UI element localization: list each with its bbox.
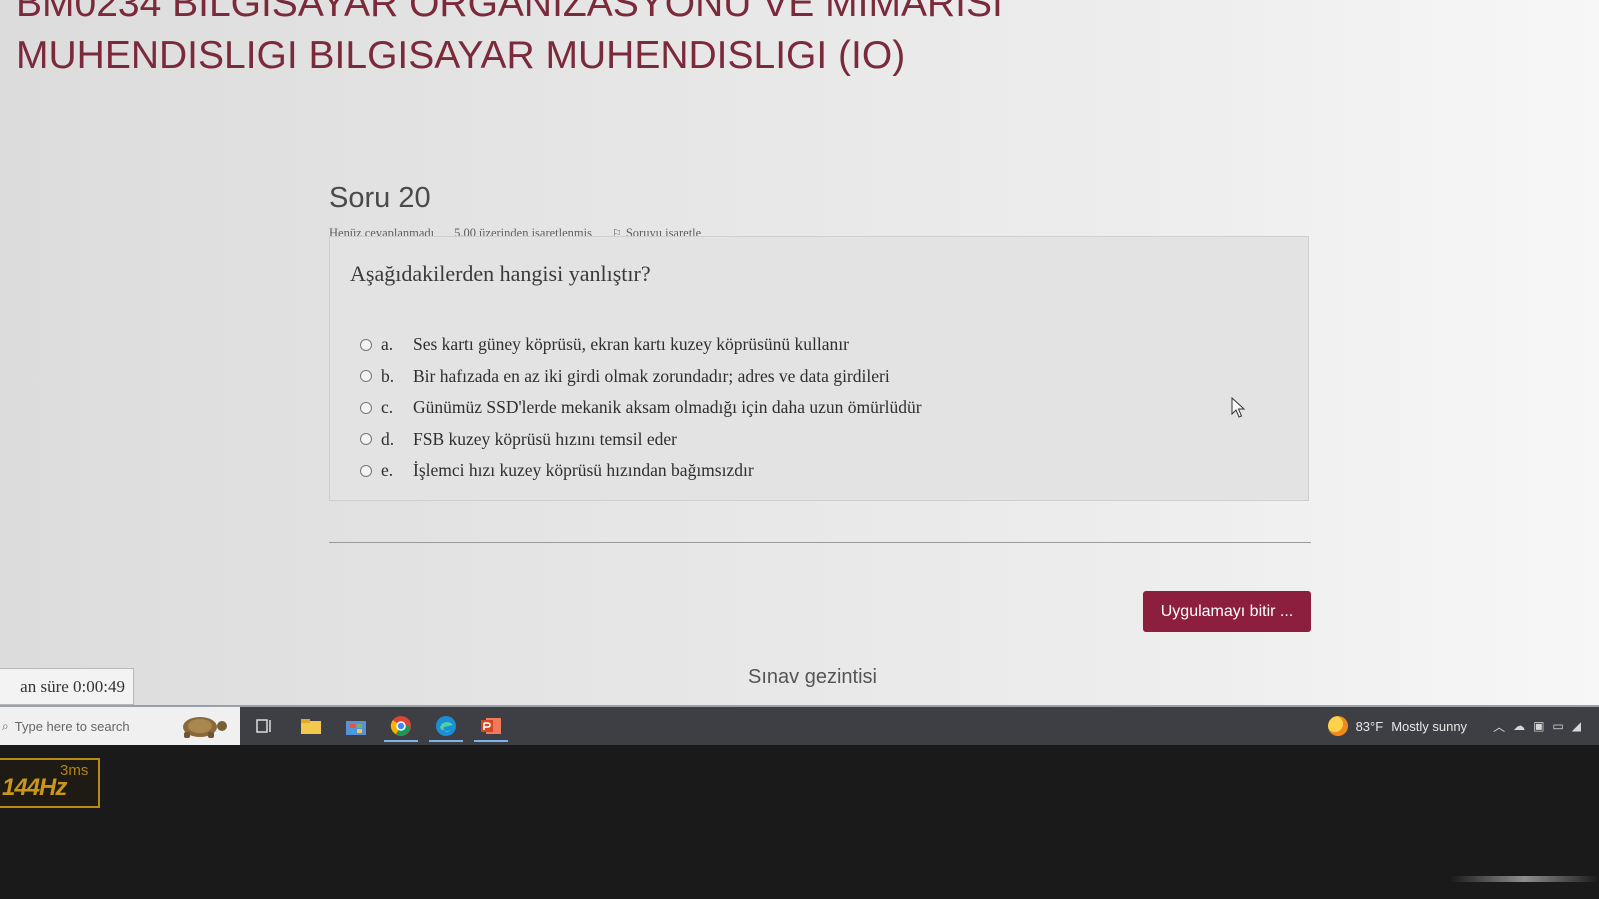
answer-text: Günümüz SSD'lerde mekanik aksam olmadığı… [413,397,922,418]
search-icon: ⌕ [2,718,9,733]
windows-taskbar: ⌕ Type here to search 83°F Mostly sunny … [0,705,1599,745]
active-app-indicator [474,740,508,742]
system-tray: 83°F Mostly sunny ︿ ☁ ▣ ▭ ◢ [1327,707,1581,745]
browser-viewport: BM0234 BILGISAYAR ORGANIZASYONU VE MIMAR… [0,0,1599,705]
answer-letter: e. [381,460,394,481]
radio-button[interactable] [360,370,372,383]
search-placeholder: Type here to search [14,718,130,734]
course-title: BM0234 BILGISAYAR ORGANIZASYONU VE MIMAR… [16,0,1216,82]
answer-letter: a. [381,334,394,355]
answer-option-c[interactable]: c. Günümüz SSD'lerde mekanik aksam olmad… [360,392,922,424]
answer-letter: b. [381,365,395,386]
file-explorer-icon[interactable] [298,713,324,739]
question-text: Aşağıdakilerden hangisi yanlıştır? [350,261,651,286]
weather-sun-icon[interactable] [1327,716,1348,736]
answer-option-e[interactable]: e. İşlemci hızı kuzey köprüsü hızından b… [360,455,922,487]
finish-attempt-button[interactable]: Uygulamayı bitir ... [1143,591,1311,632]
answer-text: Bir hafızada en az iki girdi olmak zorun… [413,365,890,386]
answer-option-a[interactable]: a. Ses kartı güney köprüsü, ekran kartı … [360,329,922,361]
onedrive-cloud-icon[interactable]: ☁ [1513,719,1525,733]
course-title-line1: BM0234 BILGISAYAR ORGANIZASYONU VE MIMAR… [16,0,1003,25]
answer-option-b[interactable]: b. Bir hafızada en az iki girdi olmak zo… [360,361,922,393]
refresh-rate-label: 144Hz [2,774,67,801]
wifi-icon[interactable]: ◢ [1572,719,1581,733]
display-icon[interactable]: ▣ [1533,719,1544,733]
quiz-navigation-link[interactable]: Sınav gezintisi [748,666,877,689]
mouse-cursor-icon [1231,397,1246,418]
active-app-indicator [384,740,418,742]
monitor-osd-badge: 3ms 144Hz [0,758,100,808]
answer-text: Ses kartı güney köprüsü, ekran kartı kuz… [413,334,849,355]
weather-temperature[interactable]: 83°F [1356,719,1384,734]
edge-icon[interactable] [429,713,463,742]
task-view-icon[interactable] [252,713,278,739]
active-app-indicator [429,740,463,742]
time-remaining: an süre 0:00:49 [0,668,134,705]
answer-letter: d. [381,428,395,449]
radio-button[interactable] [360,433,372,446]
question-number: Soru 20 [329,182,431,214]
answer-list: a. Ses kartı güney köprüsü, ekran kartı … [360,329,922,487]
radio-button[interactable] [360,401,372,414]
powerpoint-icon[interactable] [474,713,508,742]
battery-icon[interactable]: ▭ [1552,719,1563,733]
radio-button[interactable] [360,338,372,351]
question-box: Aşağıdakilerden hangisi yanlıştır? a. Se… [329,236,1309,501]
weather-description[interactable]: Mostly sunny [1391,719,1467,734]
turtle-icon [183,717,227,738]
store-icon[interactable] [343,713,369,739]
chevron-up-icon[interactable]: ︿ [1493,718,1505,735]
radio-button[interactable] [360,464,372,477]
chrome-icon[interactable] [384,713,418,742]
course-title-line2: MUHENDISLIGI BILGISAYAR MUHENDISLIGI (IO… [16,34,906,77]
answer-text: FSB kuzey köprüsü hızını temsil eder [413,428,677,449]
answer-option-d[interactable]: d. FSB kuzey köprüsü hızını temsil eder [360,424,922,456]
taskbar-search-box[interactable]: ⌕ Type here to search [0,707,240,745]
answer-letter: c. [381,397,394,418]
bezel-reflection [1450,876,1599,882]
answer-text: İşlemci hızı kuzey köprüsü hızından bağı… [413,460,754,481]
section-divider [329,542,1311,543]
